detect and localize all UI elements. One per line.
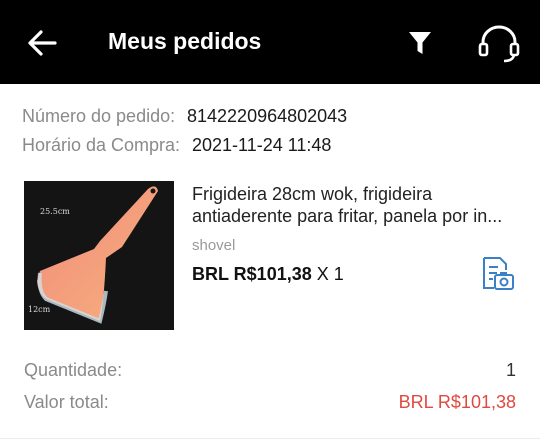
- product-price: BRL R$101,38: [192, 264, 312, 284]
- order-number-value: 8142220964802043: [187, 106, 348, 126]
- arrow-left-icon[interactable]: [24, 26, 60, 60]
- product-name-line-2: antiaderente para fritar, panela por in.…: [192, 206, 503, 226]
- product-image-length-text: 25.5cm: [40, 207, 70, 216]
- order-number-label: Número do pedido:: [22, 106, 176, 126]
- divider: [0, 438, 540, 439]
- purchase-time-value: 2021-11-24 11:48: [192, 135, 332, 155]
- purchase-time-label: Horário da Compra:: [22, 135, 181, 155]
- filter-icon[interactable]: [404, 27, 436, 59]
- total-label: Valor total:: [24, 392, 109, 412]
- product-image[interactable]: 25.5cm 12cm: [24, 181, 174, 330]
- product-quantity: X 1: [316, 264, 344, 284]
- top-app-bar: Meus pedidos: [0, 0, 540, 84]
- headset-icon[interactable]: [476, 22, 522, 64]
- product-image-width-text: 12cm: [28, 305, 51, 314]
- product-variant: shovel: [192, 237, 236, 254]
- page-title: Meus pedidos: [108, 28, 262, 54]
- product-name-line-1: Frigideira 28cm wok, frigideira: [192, 184, 433, 204]
- quantity-label: Quantidade:: [24, 360, 123, 380]
- total-value: BRL R$101,38: [398, 392, 516, 412]
- product-name[interactable]: Frigideira 28cm wok, frigideira antiader…: [192, 183, 522, 227]
- order-card: Número do pedido: 8142220964802043 Horár…: [0, 84, 540, 445]
- document-camera-icon[interactable]: [478, 254, 518, 294]
- quantity-value: 1: [505, 360, 516, 380]
- order-detail-screen: Meus pedidos Número do pedido: 814222096…: [0, 0, 540, 445]
- product-price-line: BRL R$101,38 X 1: [192, 264, 344, 285]
